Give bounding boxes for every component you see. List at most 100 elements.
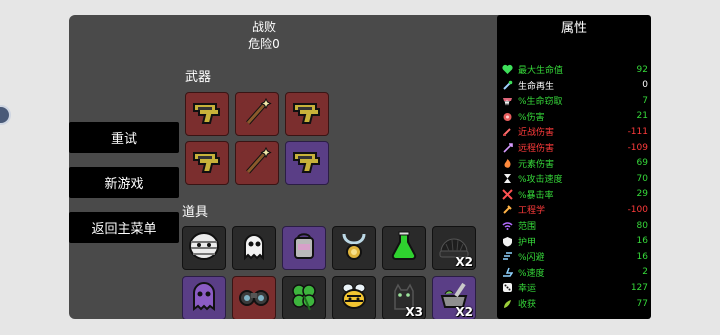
- gun-icon: [290, 95, 324, 133]
- lifesteal-icon: [502, 95, 513, 106]
- stat-row[interactable]: %暴击率 29: [502, 187, 648, 202]
- stat-row[interactable]: 工程学 -100: [502, 202, 648, 217]
- stat-value: 29: [636, 189, 648, 200]
- stat-row[interactable]: 幸运 127: [502, 280, 648, 295]
- item-quantity: X3: [405, 305, 423, 319]
- wand-icon: [240, 95, 274, 133]
- item-slot[interactable]: [282, 276, 326, 319]
- bee-icon: [336, 278, 372, 318]
- stat-label: 元素伤害: [518, 159, 555, 170]
- weapon-slot[interactable]: [235, 92, 279, 136]
- stat-row[interactable]: 生命再生 0: [502, 78, 648, 93]
- stat-label: 生命再生: [518, 81, 555, 92]
- new-game-button[interactable]: 新游戏: [69, 167, 179, 198]
- stat-label: %攻击速度: [518, 175, 563, 186]
- stat-label: 远程伤害: [518, 144, 555, 154]
- side-tab-icon[interactable]: [0, 105, 11, 125]
- regen-icon: [502, 80, 513, 91]
- result-title: 战败: [251, 20, 276, 34]
- gun-icon: [290, 144, 324, 182]
- stat-value: 0: [642, 80, 648, 91]
- range-icon: [502, 220, 513, 231]
- item-slot[interactable]: [232, 226, 276, 270]
- damage-icon: [502, 111, 513, 122]
- stat-value: 16: [636, 236, 648, 247]
- stat-value: 77: [636, 298, 648, 309]
- stat-label: 最大生命值: [518, 66, 564, 76]
- weapon-slot[interactable]: [185, 92, 229, 136]
- stat-value: 21: [636, 111, 648, 122]
- danger-level: 危险0: [248, 37, 280, 51]
- stat-row[interactable]: 收获 77: [502, 296, 648, 311]
- stat-value: 16: [636, 251, 648, 262]
- stat-value: -111: [627, 126, 648, 137]
- item-slot[interactable]: X2: [432, 226, 476, 270]
- stat-value: 69: [636, 158, 648, 169]
- weapon-slot[interactable]: [235, 141, 279, 185]
- ghost-icon: [236, 228, 272, 268]
- stat-label: 近战伤害: [518, 128, 555, 139]
- stat-row[interactable]: 远程伤害 -109: [502, 140, 648, 155]
- stat-label: 工程学: [518, 206, 546, 217]
- stat-label: 范围: [518, 222, 537, 232]
- stat-row[interactable]: 护甲 16: [502, 234, 648, 249]
- stat-label: 护甲: [518, 237, 537, 248]
- stat-label: %生命窃取: [518, 97, 563, 108]
- main-menu-button[interactable]: 返回主菜单: [69, 212, 179, 243]
- stat-row[interactable]: %伤害 21: [502, 109, 648, 124]
- stat-value: -100: [627, 204, 648, 215]
- potion-flask-icon: [386, 228, 422, 268]
- clover-icon: [286, 278, 322, 318]
- engineering-icon: [502, 204, 513, 215]
- luck-icon: [502, 282, 513, 293]
- harvest-icon: [502, 298, 513, 309]
- stat-value: 127: [630, 282, 648, 293]
- stat-value: 92: [636, 64, 648, 75]
- stat-row[interactable]: %速度 2: [502, 265, 648, 280]
- item-slot[interactable]: [232, 276, 276, 319]
- stat-row[interactable]: %生命窃取 7: [502, 93, 648, 108]
- weapon-slot[interactable]: [185, 141, 229, 185]
- attack-speed-icon: [502, 173, 513, 184]
- items-title: 道具: [182, 205, 209, 220]
- dodge-icon: [502, 251, 513, 262]
- item-slot[interactable]: [332, 276, 376, 319]
- ranged-icon: [502, 142, 513, 153]
- speed-icon: [502, 267, 513, 278]
- armor-icon: [502, 236, 513, 247]
- gun-icon: [190, 95, 224, 133]
- stat-label: %暴击率: [518, 190, 554, 201]
- stat-row[interactable]: 范围 80: [502, 218, 648, 233]
- retry-button[interactable]: 重试: [69, 122, 179, 153]
- weapon-slot[interactable]: [285, 141, 329, 185]
- stat-row[interactable]: %攻击速度 70: [502, 171, 648, 186]
- stat-label: %伤害: [518, 112, 545, 123]
- canister-icon: [286, 228, 322, 268]
- stat-value: 7: [642, 95, 648, 106]
- melee-icon: [502, 126, 513, 137]
- item-slot[interactable]: [382, 226, 426, 270]
- item-slot[interactable]: X2: [432, 276, 476, 319]
- stat-value: 2: [642, 267, 648, 278]
- stats-title: 属性: [560, 21, 587, 36]
- amulet-icon: [336, 228, 372, 268]
- heart-icon: [502, 64, 513, 75]
- item-slot[interactable]: [332, 226, 376, 270]
- stat-value: 80: [636, 220, 648, 231]
- weapon-slot[interactable]: [285, 92, 329, 136]
- weapons-title: 武器: [185, 70, 212, 85]
- crit-icon: [502, 189, 513, 200]
- stats-panel: 属性 最大生命值 92 生命再生 0 %生命窃取 7 %伤害 21 近战伤害 -111 远程伤害 -1…: [497, 15, 651, 319]
- item-slot[interactable]: [282, 226, 326, 270]
- item-slot[interactable]: [182, 276, 226, 319]
- stat-value: 70: [636, 173, 648, 184]
- wand-icon: [240, 144, 274, 182]
- item-slot[interactable]: X3: [382, 276, 426, 319]
- stat-row[interactable]: %闪避 16: [502, 249, 648, 264]
- stat-row[interactable]: 元素伤害 69: [502, 156, 648, 171]
- stat-label: %闪避: [518, 253, 545, 264]
- stat-row[interactable]: 近战伤害 -111: [502, 124, 648, 139]
- stat-label: 幸运: [518, 284, 537, 295]
- item-slot[interactable]: [182, 226, 226, 270]
- stat-row[interactable]: 最大生命值 92: [502, 62, 648, 77]
